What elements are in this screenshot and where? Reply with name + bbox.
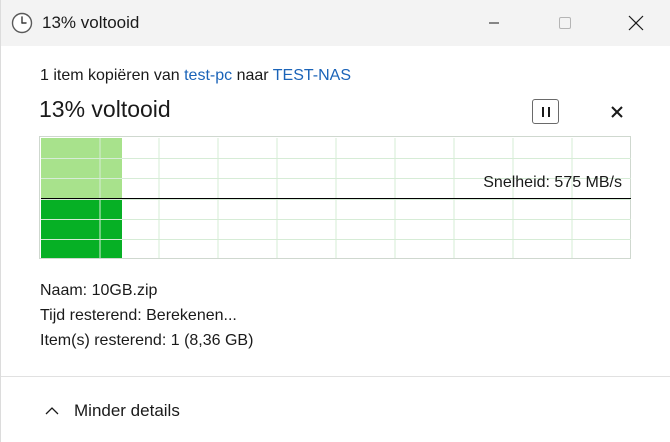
detail-name-label: Naam:: [40, 282, 88, 299]
speed-graph: Snelheid: 575 MB/s: [39, 136, 631, 259]
close-window-button[interactable]: [613, 0, 659, 46]
detail-time-value: Berekenen...: [146, 307, 237, 324]
pause-icon-bar: [547, 106, 550, 117]
detail-name-value: 10GB.zip: [91, 282, 158, 299]
detail-items-row: Item(s) resterend: 1 (8,36 GB): [40, 328, 253, 353]
clock-icon: [11, 12, 33, 34]
less-details-label: Minder details: [74, 401, 180, 420]
detail-name-row: Naam: 10GB.zip: [40, 278, 253, 303]
detail-items-value: 1 (8,36 GB): [170, 332, 254, 349]
maximize-button[interactable]: [542, 0, 588, 46]
source-link[interactable]: test-pc: [184, 67, 232, 84]
speed-label: Snelheid: 575 MB/s: [483, 174, 622, 191]
copy-middle: naar: [236, 67, 269, 84]
progress-fill-bottom: [41, 199, 122, 258]
copy-description: 1 item kopiëren van test-pc naar TEST-NA…: [40, 67, 351, 85]
destination-link[interactable]: TEST-NAS: [273, 67, 351, 84]
close-icon: [611, 106, 623, 118]
progress-fill-top: [41, 138, 122, 198]
progress-status-title: 13% voltooid: [39, 96, 171, 122]
cancel-button[interactable]: [605, 100, 629, 124]
chevron-up-icon: [45, 406, 59, 416]
detail-time-label: Tijd resterend:: [40, 307, 142, 324]
detail-items-label: Item(s) resterend:: [40, 332, 167, 349]
close-icon: [628, 15, 644, 31]
copy-prefix: 1 item kopiëren van: [40, 67, 180, 84]
minimize-icon: [489, 22, 499, 24]
less-details-button[interactable]: Minder details: [45, 398, 180, 424]
window-title: 13% voltooid: [42, 13, 140, 32]
maximize-icon: [559, 17, 571, 29]
pause-icon: [541, 106, 544, 117]
details-section: Naam: 10GB.zip Tijd resterend: Berekenen…: [40, 278, 253, 353]
minimize-button[interactable]: [471, 0, 517, 46]
speed-graph-canvas: [41, 138, 631, 258]
detail-time-row: Tijd resterend: Berekenen...: [40, 303, 253, 328]
title-bar[interactable]: 13% voltooid: [1, 0, 670, 46]
copy-progress-window: 13% voltooid 1 item kopiëren van test-pc…: [0, 0, 670, 442]
pause-button[interactable]: [532, 99, 559, 124]
